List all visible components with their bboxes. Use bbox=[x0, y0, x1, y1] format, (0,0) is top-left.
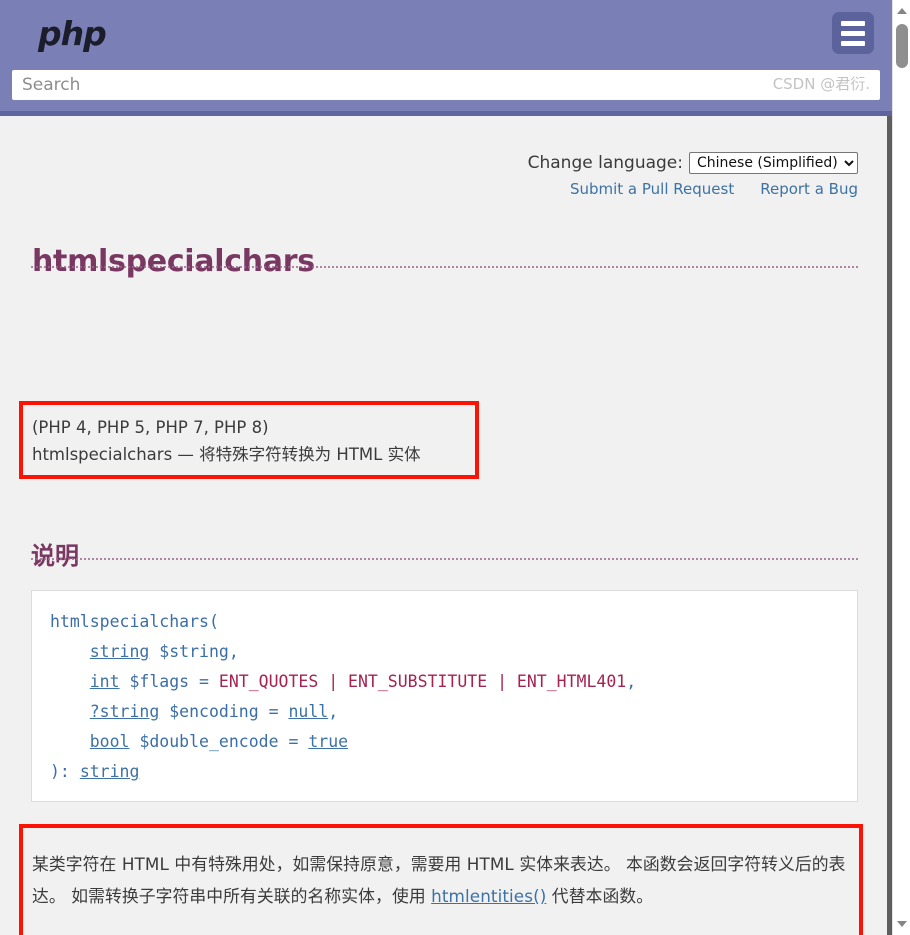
signature-open-paren: ( bbox=[208, 612, 219, 631]
watermark: CSDN @君衍. bbox=[772, 75, 870, 93]
page-title: htmlspecialchars bbox=[32, 244, 315, 280]
param-type[interactable]: int bbox=[90, 672, 120, 691]
hamburger-bar bbox=[841, 40, 865, 46]
description-paragraph-1: 某类字符在 HTML 中有特殊用处，如需保持原意，需要用 HTML 实体来表达。… bbox=[32, 848, 856, 913]
content-viewport: php Change language: Chinese (Simplified… bbox=[0, 0, 892, 935]
signature-close: ): bbox=[50, 762, 80, 782]
search-input[interactable] bbox=[12, 70, 880, 100]
version-info: (PHP 4, PHP 5, PHP 7, PHP 8) htmlspecial… bbox=[32, 415, 467, 468]
param-type[interactable]: bool bbox=[90, 732, 130, 751]
param-default: ENT_QUOTES | ENT_SUBSTITUTE | ENT_HTML40… bbox=[218, 672, 627, 692]
param-type[interactable]: ?string bbox=[90, 702, 160, 721]
param-default: true bbox=[308, 732, 349, 752]
section-heading-description: 说明 bbox=[31, 541, 79, 570]
submit-pull-request-link[interactable]: Submit a Pull Request bbox=[570, 180, 734, 198]
browser-page: php Change language: Chinese (Simplified… bbox=[0, 0, 910, 935]
param-default: null bbox=[288, 702, 329, 722]
php-versions: (PHP 4, PHP 5, PHP 7, PHP 8) bbox=[32, 418, 269, 437]
param-type[interactable]: string bbox=[90, 642, 150, 661]
scroll-up-arrow-icon[interactable] bbox=[893, 2, 910, 20]
function-purpose: htmlspecialchars — 将特殊字符转换为 HTML 实体 bbox=[32, 444, 421, 464]
signature-function-name: htmlspecialchars bbox=[50, 612, 209, 631]
scroll-down-triangle bbox=[897, 921, 907, 927]
report-bug-link[interactable]: Report a Bug bbox=[760, 180, 858, 198]
php-logo[interactable]: php bbox=[38, 14, 107, 53]
param-name: $string bbox=[159, 642, 229, 662]
param-name: $double_encode bbox=[139, 732, 279, 752]
param-name: $encoding bbox=[169, 702, 259, 722]
change-language-label: Change language: bbox=[527, 153, 683, 173]
hamburger-bar bbox=[841, 30, 865, 36]
signature-return-type[interactable]: string bbox=[80, 762, 140, 781]
vertical-scrollbar[interactable] bbox=[892, 0, 910, 935]
language-select[interactable]: Chinese (Simplified) bbox=[689, 152, 858, 174]
scrollbar-thumb[interactable] bbox=[896, 24, 908, 68]
desc1-text-b: 代替本函数。 bbox=[546, 886, 654, 907]
param-name: $flags bbox=[129, 672, 190, 692]
param-comma: , bbox=[626, 672, 637, 692]
section-divider bbox=[31, 558, 858, 560]
hamburger-menu-icon[interactable] bbox=[832, 12, 874, 54]
edit-links: Submit a Pull Request Report a Bug bbox=[570, 180, 858, 198]
title-divider bbox=[31, 266, 858, 268]
scroll-up-triangle bbox=[897, 8, 907, 14]
scroll-down-arrow-icon[interactable] bbox=[893, 915, 910, 933]
htmlentities-link[interactable]: htmlentities() bbox=[431, 886, 546, 906]
language-switcher: Change language: Chinese (Simplified) bbox=[528, 152, 858, 174]
hamburger-bar bbox=[841, 20, 865, 26]
function-signature-block: htmlspecialchars( string $string, int $f… bbox=[31, 590, 858, 802]
param-comma: , bbox=[328, 702, 339, 722]
site-header: php bbox=[0, 0, 892, 116]
param-comma: , bbox=[228, 642, 239, 662]
